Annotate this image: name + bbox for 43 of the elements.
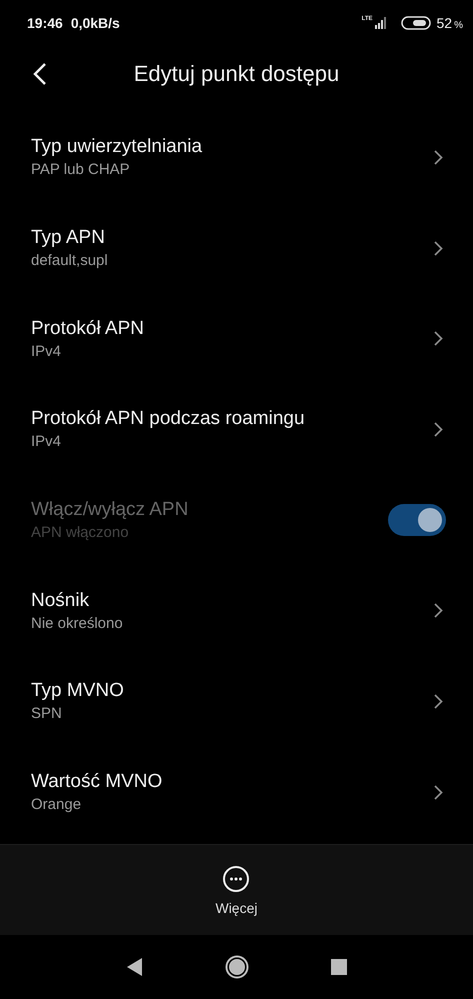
chevron-icon [434, 150, 443, 165]
item-value: PAP lub CHAP [31, 161, 131, 178]
recents-icon[interactable] [330, 959, 346, 975]
item-title: Wartość MVNO [31, 771, 164, 794]
item-title: Typ uwierzytelniania [31, 136, 204, 158]
item-title: Włącz/wyłącz APN [31, 499, 190, 522]
battery-unit: % [454, 20, 463, 31]
home-icon[interactable] [224, 955, 248, 979]
item-title: Protokół APN [31, 318, 145, 340]
chevron-icon [434, 422, 443, 437]
item-value: APN włączono [31, 524, 130, 542]
back-icon[interactable] [33, 62, 47, 86]
item-value: SPN [31, 705, 63, 722]
network-speed: 0,0kB/s [70, 14, 120, 30]
chevron-icon [434, 603, 443, 618]
settings-item[interactable]: Protokół APN IPv4 [0, 293, 473, 384]
more-icon [222, 864, 250, 892]
chevron-icon [434, 694, 443, 709]
item-value: Orange [31, 796, 82, 814]
item-value: default,supl [31, 252, 109, 270]
chevron-icon [434, 331, 443, 346]
settings-item[interactable]: Typ uwierzytelniania PAP lub CHAP [0, 112, 473, 203]
chevron-icon [434, 784, 443, 800]
settings-item[interactable]: Typ MVNO SPN [0, 656, 473, 747]
settings-item[interactable]: Wartość MVNO Orange [0, 746, 473, 838]
item-value: IPv4 [31, 342, 62, 360]
settings-item[interactable]: Typ APN default,supl [0, 202, 473, 294]
page-title: Edytuj punkt dostępu [134, 61, 340, 87]
more-button[interactable]: Więcej [211, 860, 262, 920]
settings-item[interactable]: Nośnik Nie określono [0, 565, 473, 656]
item-value: Nie określono [31, 614, 124, 632]
back-icon[interactable] [126, 958, 142, 976]
chevron-icon [434, 240, 443, 256]
settings-item[interactable]: Protokół APN podczas roamingu IPv4 [0, 384, 473, 475]
item-title: Typ MVNO [31, 680, 125, 702]
item-title: Nośnik [31, 590, 90, 612]
battery-level: 52 [436, 14, 452, 30]
item-title: Protokół APN podczas roamingu [31, 408, 306, 430]
battery-icon [400, 16, 431, 30]
item-value: IPv4 [31, 433, 62, 450]
status-time: 19:46 [27, 14, 63, 30]
signal-icon [374, 16, 389, 28]
item-title: Typ APN [31, 227, 106, 250]
